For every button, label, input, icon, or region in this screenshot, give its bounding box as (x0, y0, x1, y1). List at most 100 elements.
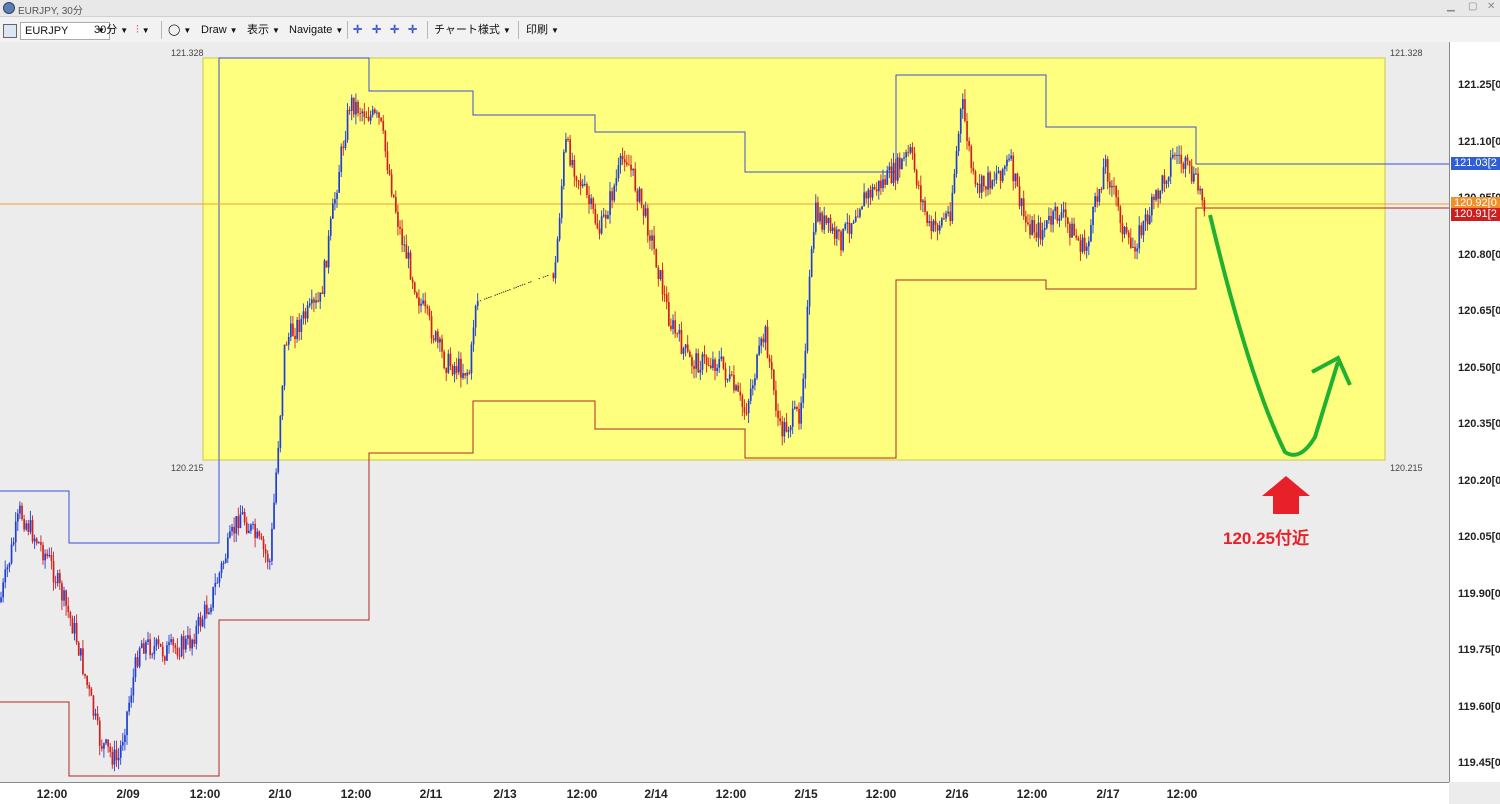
candle (1096, 196, 1099, 202)
candle (869, 189, 872, 198)
candle (1159, 190, 1162, 199)
autoscroll-icon[interactable]: ✛ (408, 22, 417, 38)
candle (1006, 159, 1008, 167)
zoom-out-icon[interactable]: ✛ (390, 22, 399, 38)
candle (371, 109, 374, 116)
candle (1029, 224, 1031, 235)
candle (101, 745, 103, 749)
candle (808, 276, 811, 307)
candle (798, 408, 800, 424)
candle (861, 206, 863, 210)
candle (743, 406, 746, 413)
chevron-down-icon: ▼ (272, 26, 280, 35)
timeframe-selector[interactable]: 30分 ▼ (94, 22, 128, 38)
candle (193, 639, 196, 644)
candle (189, 635, 191, 649)
candle (149, 639, 151, 655)
candle (71, 618, 74, 634)
maximize-icon[interactable]: ▢ (1468, 1, 1477, 12)
candle (560, 185, 563, 219)
candle (359, 113, 361, 115)
candle (1176, 155, 1178, 156)
candle (661, 270, 664, 295)
close-icon[interactable]: ✕ (1487, 1, 1495, 12)
candle (392, 194, 395, 197)
candle (705, 356, 708, 365)
price-axis[interactable]: 121.25[0121.10[0120.95[0120.80[0120.65[0… (1449, 42, 1500, 782)
candle (447, 353, 450, 373)
candle (455, 366, 458, 373)
candle (626, 162, 628, 165)
target-annotation: 120.25付近 (1223, 529, 1309, 548)
candle (538, 278, 540, 280)
candle (212, 587, 214, 608)
zoom-in-icon[interactable]: ✛ (372, 22, 381, 38)
candle (804, 350, 807, 379)
candle (130, 695, 133, 703)
candle (764, 326, 767, 343)
candle (1083, 237, 1086, 251)
candle (680, 329, 683, 354)
candle (23, 519, 25, 530)
candle (369, 115, 372, 121)
candle (644, 208, 647, 216)
navigate-menu[interactable]: Navigate ▼ (289, 22, 343, 38)
price-tick-label: 120.80[0 (1458, 248, 1500, 261)
candle (470, 344, 473, 374)
draw-menu[interactable]: Draw ▼ (201, 22, 238, 38)
candle (605, 214, 607, 219)
candle (513, 287, 515, 289)
candle (6, 567, 9, 570)
candle (338, 171, 340, 193)
candle (836, 229, 838, 239)
candle (1094, 196, 1096, 207)
candle (145, 641, 147, 654)
candle (1130, 237, 1132, 248)
candle (934, 220, 937, 225)
minimize-icon[interactable]: ▁ (1447, 1, 1455, 12)
candle (1018, 186, 1021, 207)
view-menu[interactable]: 表示 ▼ (247, 22, 280, 38)
candle (959, 109, 962, 134)
candle (21, 505, 23, 520)
time-tick-label: 2/17 (1096, 787, 1120, 801)
candle (208, 612, 210, 614)
candle (329, 218, 332, 236)
candle (928, 221, 931, 223)
candle (840, 231, 842, 251)
candle (867, 189, 870, 199)
candle (722, 356, 725, 369)
print-menu[interactable]: 印刷 ▼ (526, 22, 559, 38)
candle (1027, 222, 1029, 225)
candle (1140, 225, 1143, 236)
candle (1165, 181, 1168, 184)
candle (1064, 209, 1067, 218)
candle (77, 642, 80, 656)
crosshair-icon[interactable]: ✛ (353, 22, 362, 38)
candle (554, 262, 557, 279)
candle (313, 299, 315, 303)
chart-plot-area[interactable]: 121.328 121.328 120.215 120.215 120.25付近 (0, 42, 1449, 782)
time-axis[interactable]: 12:00 2/09 12:00 2/10 12:00 2/11 2/13 12:00 2/14… (0, 782, 1449, 804)
chevron-down-icon: ▼ (120, 26, 129, 35)
candle (166, 645, 168, 661)
candle (1125, 227, 1128, 233)
candle (374, 109, 376, 113)
candle (1046, 220, 1048, 228)
chart-toolbar: EURJPY ▼ 30分 ▼ ⫶ ▼ ◯ ▼ Draw ▼ 表示 ▼ Navigate ▼ ✛… (0, 17, 1500, 43)
candlestick-chart[interactable] (0, 42, 1449, 782)
candle (1146, 214, 1149, 225)
chart-properties-icon[interactable] (3, 24, 17, 38)
candle (903, 157, 905, 159)
chart-style-menu[interactable]: チャート様式 ▼ (434, 22, 511, 38)
candle (924, 200, 926, 212)
candle (82, 648, 84, 674)
candle (1167, 176, 1170, 182)
candle (584, 184, 586, 186)
candle (44, 553, 46, 561)
candle (1157, 190, 1159, 199)
candle (84, 674, 86, 676)
drawing-shape-button[interactable]: ◯ ▼ (168, 22, 191, 38)
candle-style-icon[interactable]: ⫶ ▼ (136, 22, 150, 38)
candle (602, 214, 605, 217)
